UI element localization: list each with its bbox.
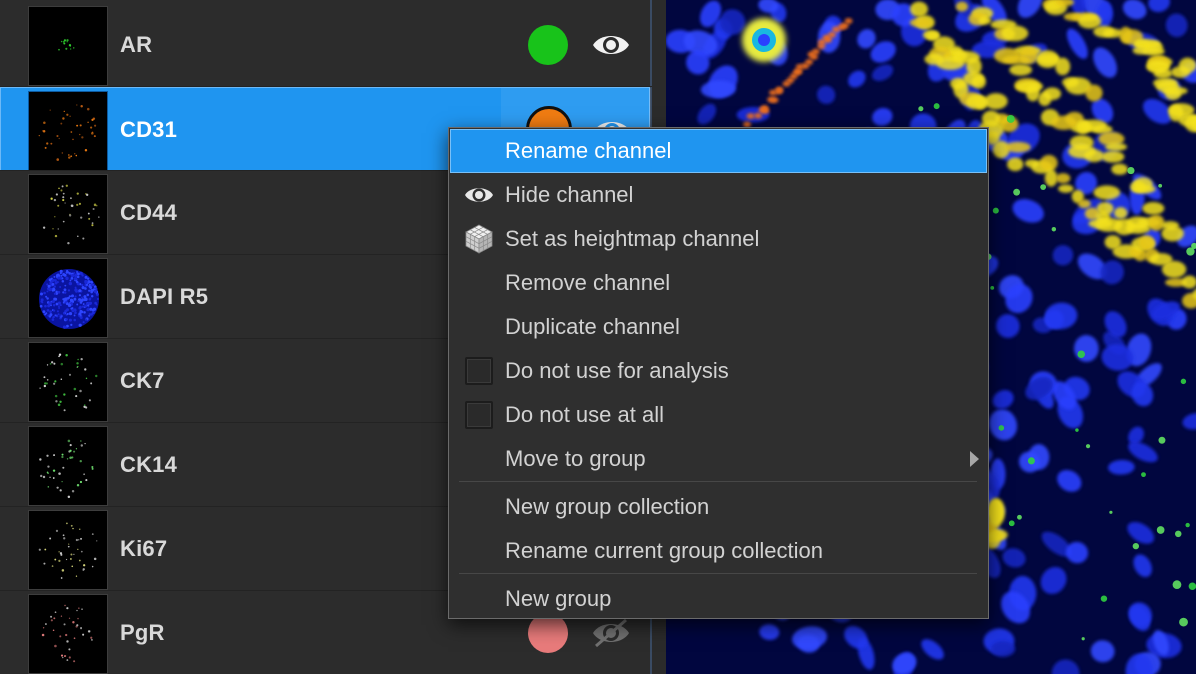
menu-item-label: Do not use for analysis — [505, 358, 729, 383]
channel-thumbnail — [28, 6, 108, 86]
menu-item-new-group[interactable]: New group — [450, 577, 987, 621]
menu-item-label: Set as heightmap channel — [505, 226, 760, 251]
menu-item-rename-group-collection[interactable]: Rename current group collection — [450, 529, 987, 573]
menu-separator — [459, 481, 977, 482]
menu-item-label: Remove channel — [505, 270, 671, 295]
channel-label: CD44 — [120, 200, 178, 225]
menu-item-duplicate-channel[interactable]: Duplicate channel — [450, 305, 987, 349]
channel-label: CK14 — [120, 452, 178, 477]
channel-color-swatch[interactable] — [528, 25, 568, 65]
channel-thumbnail — [28, 91, 108, 171]
menu-item-hide-channel[interactable]: Hide channel — [450, 173, 987, 217]
thumbnail-image — [42, 184, 100, 245]
menu-item-label: New group — [505, 586, 612, 611]
checkbox[interactable] — [465, 357, 493, 385]
menu-item-label: Rename current group collection — [505, 538, 823, 563]
checkbox[interactable] — [465, 401, 493, 429]
menu-item-rename-channel[interactable]: Rename channel — [450, 129, 987, 173]
app-window: AR CD31 CD44 DAPI R5 CK7 CK14 Ki67 PgR R… — [0, 0, 1196, 674]
thumbnail-image — [38, 104, 97, 161]
menu-separator — [459, 573, 977, 574]
menu-item-label: Do not use at all — [505, 402, 664, 427]
menu-item-label: Move to group — [505, 446, 646, 471]
channel-thumbnail — [28, 510, 108, 590]
thumbnail-image — [39, 269, 99, 329]
channel-label: CD31 — [120, 117, 178, 142]
channel-thumbnail — [28, 426, 108, 506]
menu-item-label: Duplicate channel — [505, 314, 680, 339]
menu-item-label: Rename channel — [505, 138, 672, 163]
eye-slash-icon[interactable] — [592, 618, 630, 648]
menu-item-remove-channel[interactable]: Remove channel — [450, 261, 987, 305]
submenu-arrow-icon — [970, 451, 979, 467]
menu-item-set-heightmap[interactable]: Set as heightmap channel — [450, 217, 987, 261]
channel-thumbnail — [28, 594, 108, 674]
eye-icon — [464, 182, 494, 208]
thumbnail-image — [39, 353, 98, 412]
thumbnail-image — [58, 39, 75, 51]
menu-item-do-not-use-for-analysis[interactable]: Do not use for analysis — [450, 349, 987, 393]
channel-label: DAPI R5 — [120, 284, 209, 309]
eye-icon[interactable] — [592, 30, 630, 60]
channel-label: Ki67 — [120, 536, 168, 561]
channel-label: AR — [120, 32, 153, 57]
channel-label: CK7 — [120, 368, 165, 393]
channel-context-menu: Rename channel Hide channel Set as heigh… — [448, 127, 989, 619]
menu-item-move-to-group[interactable]: Move to group — [450, 437, 987, 481]
thumbnail-image — [41, 604, 93, 663]
menu-item-new-group-collection[interactable]: New group collection — [450, 485, 987, 529]
cube-grid-icon — [464, 224, 494, 254]
channel-thumbnail — [28, 258, 108, 338]
thumbnail-image — [39, 439, 94, 499]
channel-row-ar[interactable]: AR — [0, 2, 650, 86]
thumbnail-image — [38, 522, 98, 579]
menu-item-label: New group collection — [505, 494, 710, 519]
menu-item-do-not-use-at-all[interactable]: Do not use at all — [450, 393, 987, 437]
menu-item-label: Hide channel — [505, 182, 634, 207]
channel-thumbnail — [28, 342, 108, 422]
channel-label: PgR — [120, 620, 165, 645]
channel-thumbnail — [28, 174, 108, 254]
